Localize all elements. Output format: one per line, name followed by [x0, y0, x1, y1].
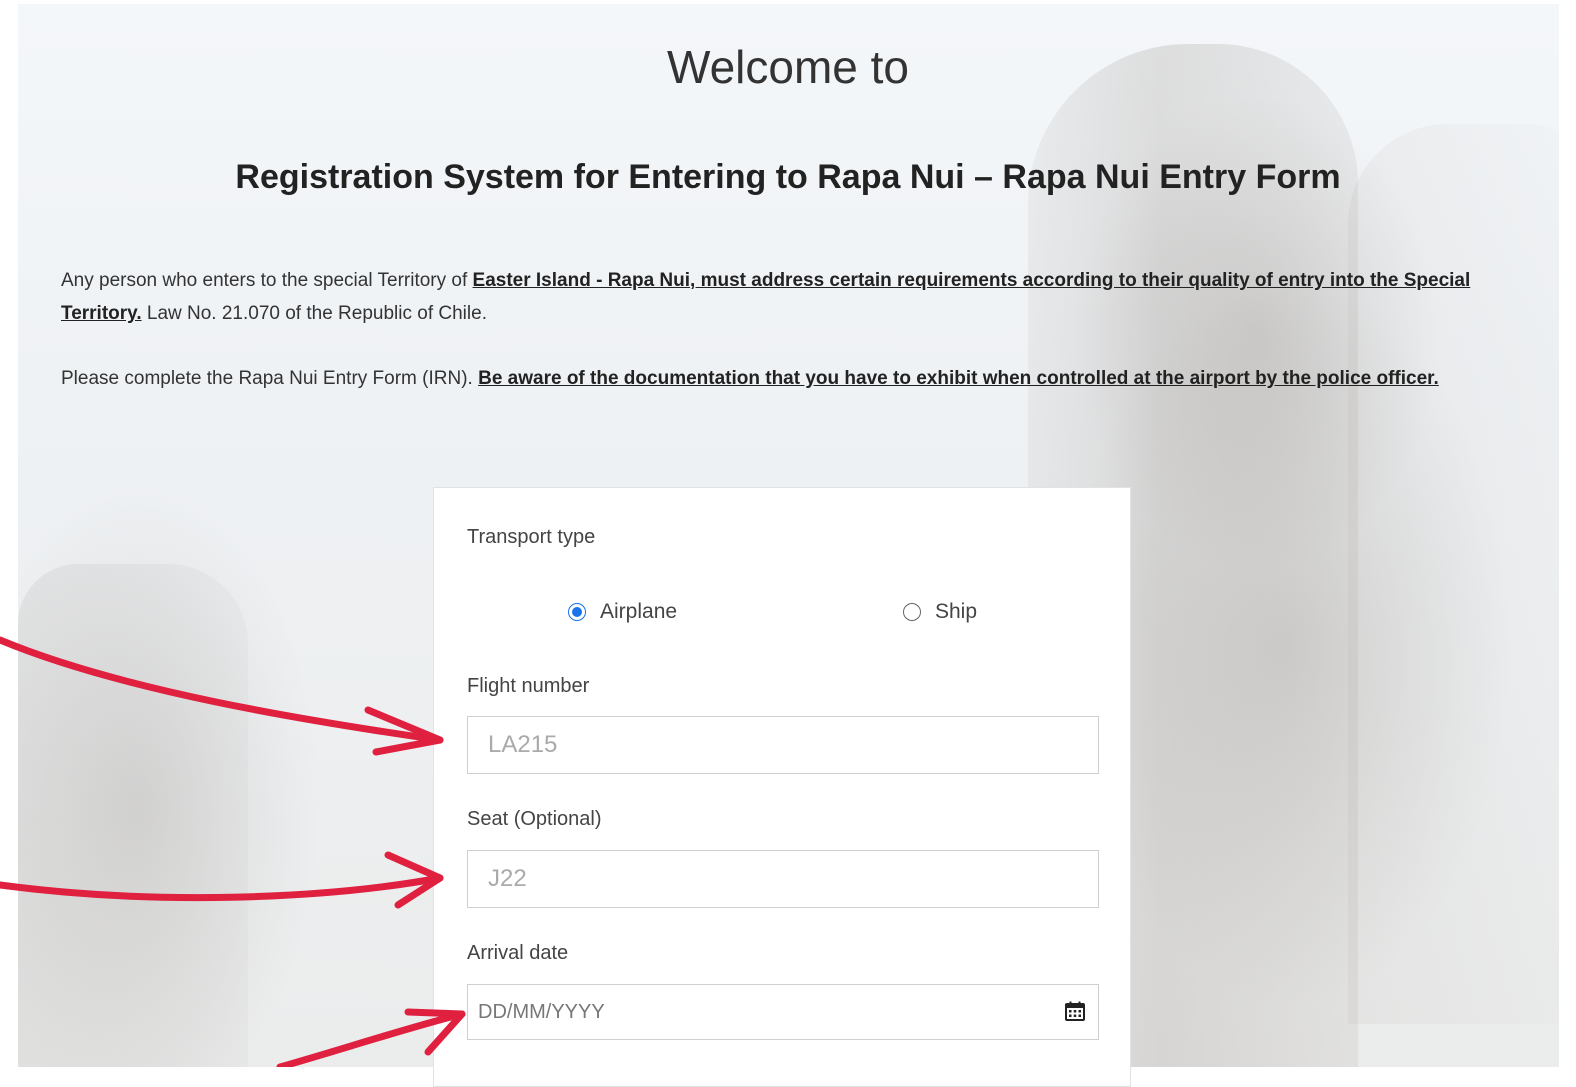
arrow-to-seat — [0, 874, 444, 902]
arrow-to-flight-number — [0, 636, 444, 744]
annotation-arrows — [0, 636, 466, 1067]
